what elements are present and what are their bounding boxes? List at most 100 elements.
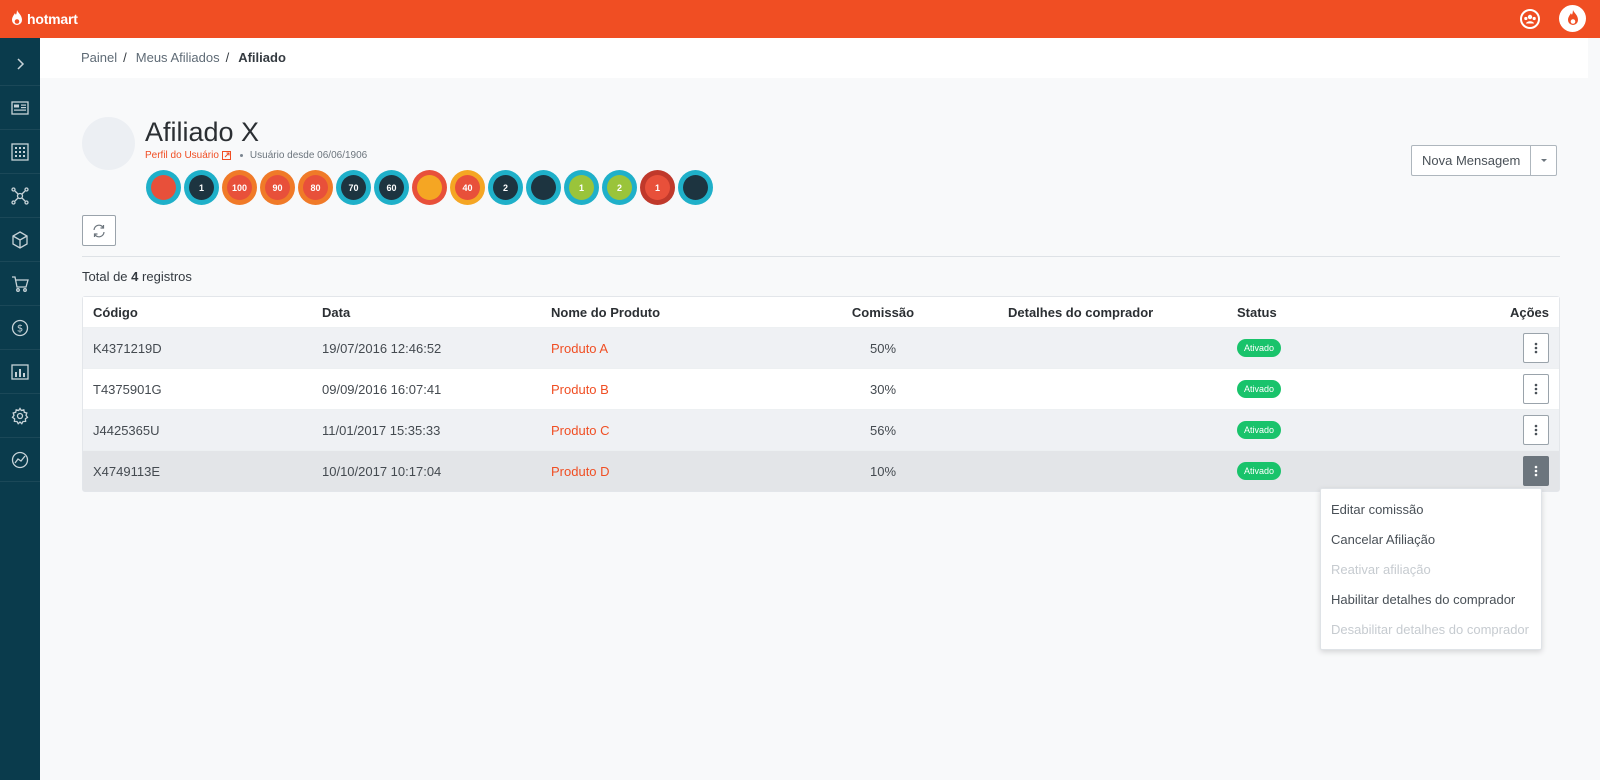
badge-label (531, 175, 556, 200)
affiliate-name: Afiliado X (145, 117, 260, 147)
status-badge-label: Ativado (1237, 462, 1282, 480)
sidebar-item-affiliates[interactable] (0, 174, 40, 218)
menu-item[interactable]: Habilitar detalhes do comprador (1321, 584, 1541, 614)
breadcrumb-separator: / (123, 50, 127, 65)
badge-label: 70 (341, 175, 366, 200)
cell-code: J4425365U (93, 422, 160, 438)
table-row: K4371219D 19/07/2016 12:46:52 Produto A … (83, 327, 1559, 368)
breadcrumb-current: Afiliado (238, 50, 286, 65)
cell-date: 19/07/2016 12:46:52 (322, 340, 442, 356)
records-total: Total de 4 registros (82, 269, 192, 284)
product-link[interactable]: Produto C (551, 423, 610, 438)
row-actions-button[interactable] (1523, 415, 1549, 445)
badge-label: 100 (227, 175, 252, 200)
achievement-badge-icon[interactable]: 80 (298, 170, 333, 205)
badge-label (417, 175, 442, 200)
badge-label: 80 (303, 175, 328, 200)
achievement-badge-icon[interactable]: 1 (640, 170, 675, 205)
sidebar-expand-button[interactable] (0, 42, 40, 86)
cell-code: T4375901G (93, 381, 162, 397)
users-group-icon[interactable] (1519, 8, 1541, 30)
table-header: Código Data Nome do Produto Comissão Det… (83, 297, 1559, 327)
status-badge-label: Ativado (1237, 421, 1282, 439)
affiliate-meta: Perfil do Usuário Usuário desde 06/06/19… (145, 150, 367, 161)
cell-date: 10/10/2017 10:17:04 (322, 463, 442, 479)
new-message-button[interactable]: Nova Mensagem (1412, 146, 1532, 175)
breadcrumb-link-affiliates[interactable]: Meus Afiliados (136, 50, 220, 65)
badge-label (151, 175, 176, 200)
refresh-icon (93, 224, 105, 237)
scrollbar-track[interactable] (1588, 38, 1600, 780)
row-actions-button[interactable] (1523, 456, 1549, 486)
member-since: Usuário desde 06/06/1906 (249, 150, 368, 161)
product-link[interactable]: Produto B (551, 382, 609, 397)
achievement-badge-icon[interactable]: 1 (184, 170, 219, 205)
row-actions-menu: Editar comissão Cancelar Afiliação Reativa… (1320, 488, 1542, 650)
achievement-badge-icon[interactable] (526, 170, 561, 205)
records-total-suffix: registros (142, 269, 192, 284)
column-header-commission: Comissão (851, 304, 915, 320)
dashboard-icon (11, 100, 29, 115)
gear-icon (11, 406, 29, 425)
product-link[interactable]: Produto D (551, 464, 610, 479)
column-header-product: Nome do Produto (551, 304, 661, 320)
achievement-badge-icon[interactable]: 2 (602, 170, 637, 205)
cell-commission: 56% (869, 422, 897, 438)
new-message-group: Nova Mensagem (1411, 145, 1558, 176)
menu-item[interactable]: Editar comissão (1321, 494, 1541, 524)
sidebar-item-dashboard[interactable] (0, 86, 40, 130)
badge-label: 1 (189, 175, 214, 200)
column-header-date: Data (322, 304, 351, 320)
breadcrumb-link-painel[interactable]: Painel (81, 50, 117, 65)
achievement-badge-icon[interactable] (678, 170, 713, 205)
column-header-buyer-details: Detalhes do comprador (1008, 304, 1154, 320)
column-header-actions: Ações (1509, 304, 1549, 320)
status-badge: Ativado (1237, 462, 1282, 480)
meta-separator-dot (239, 154, 243, 157)
records-total-prefix: Total de (82, 269, 128, 284)
sidebar-item-apps[interactable] (0, 130, 40, 174)
badge-label: 2 (493, 175, 518, 200)
row-actions (1523, 456, 1549, 486)
trend-icon (11, 451, 29, 468)
achievement-badge-icon[interactable]: 90 (260, 170, 295, 205)
brand-logo[interactable]: hotmart (10, 8, 78, 30)
achievement-badge-icon[interactable] (146, 170, 181, 205)
row-actions (1523, 374, 1549, 404)
hotmart-flame-icon (1567, 9, 1578, 25)
breadcrumb-separator: / (225, 50, 230, 65)
achievement-badge-icon[interactable] (412, 170, 447, 205)
menu-item[interactable]: Cancelar Afiliação (1321, 524, 1541, 554)
achievement-badge-icon[interactable]: 1 (564, 170, 599, 205)
status-badge: Ativado (1237, 421, 1282, 439)
sidebar-item-sales[interactable] (0, 262, 40, 306)
status-badge: Ativado (1237, 339, 1282, 357)
badge-label: 60 (379, 175, 404, 200)
row-actions-button[interactable] (1523, 374, 1549, 404)
apps-grid-icon (11, 142, 29, 161)
sidebar-item-finance[interactable]: $ (0, 306, 40, 350)
profile-link[interactable]: Perfil do Usuário (145, 150, 231, 161)
product-link[interactable]: Produto A (551, 341, 608, 356)
brand-name: hotmart (27, 11, 78, 27)
sidebar-item-analytics[interactable] (0, 438, 40, 482)
cell-code: X4749113E (93, 463, 160, 479)
kebab-menu-icon (1534, 465, 1538, 477)
user-avatar[interactable] (1559, 5, 1586, 32)
sidebar-item-reports[interactable] (0, 350, 40, 394)
new-message-dropdown-toggle[interactable] (1531, 146, 1556, 175)
network-icon (11, 186, 29, 205)
sidebar-item-settings[interactable] (0, 394, 40, 438)
hotmart-flame-icon (12, 10, 22, 25)
caret-down-icon (1540, 158, 1547, 162)
row-actions-button[interactable] (1523, 333, 1549, 363)
sidebar-item-products[interactable] (0, 218, 40, 262)
badge-label: 1 (645, 175, 670, 200)
achievement-badge-icon[interactable]: 2 (488, 170, 523, 205)
achievement-badge-icon[interactable]: 100 (222, 170, 257, 205)
achievement-badge-icon[interactable]: 70 (336, 170, 371, 205)
achievement-badges: 1 100 90 80 70 60 40 2 1 2 1 (146, 170, 716, 205)
refresh-button[interactable] (82, 215, 116, 246)
achievement-badge-icon[interactable]: 40 (450, 170, 485, 205)
achievement-badge-icon[interactable]: 60 (374, 170, 409, 205)
